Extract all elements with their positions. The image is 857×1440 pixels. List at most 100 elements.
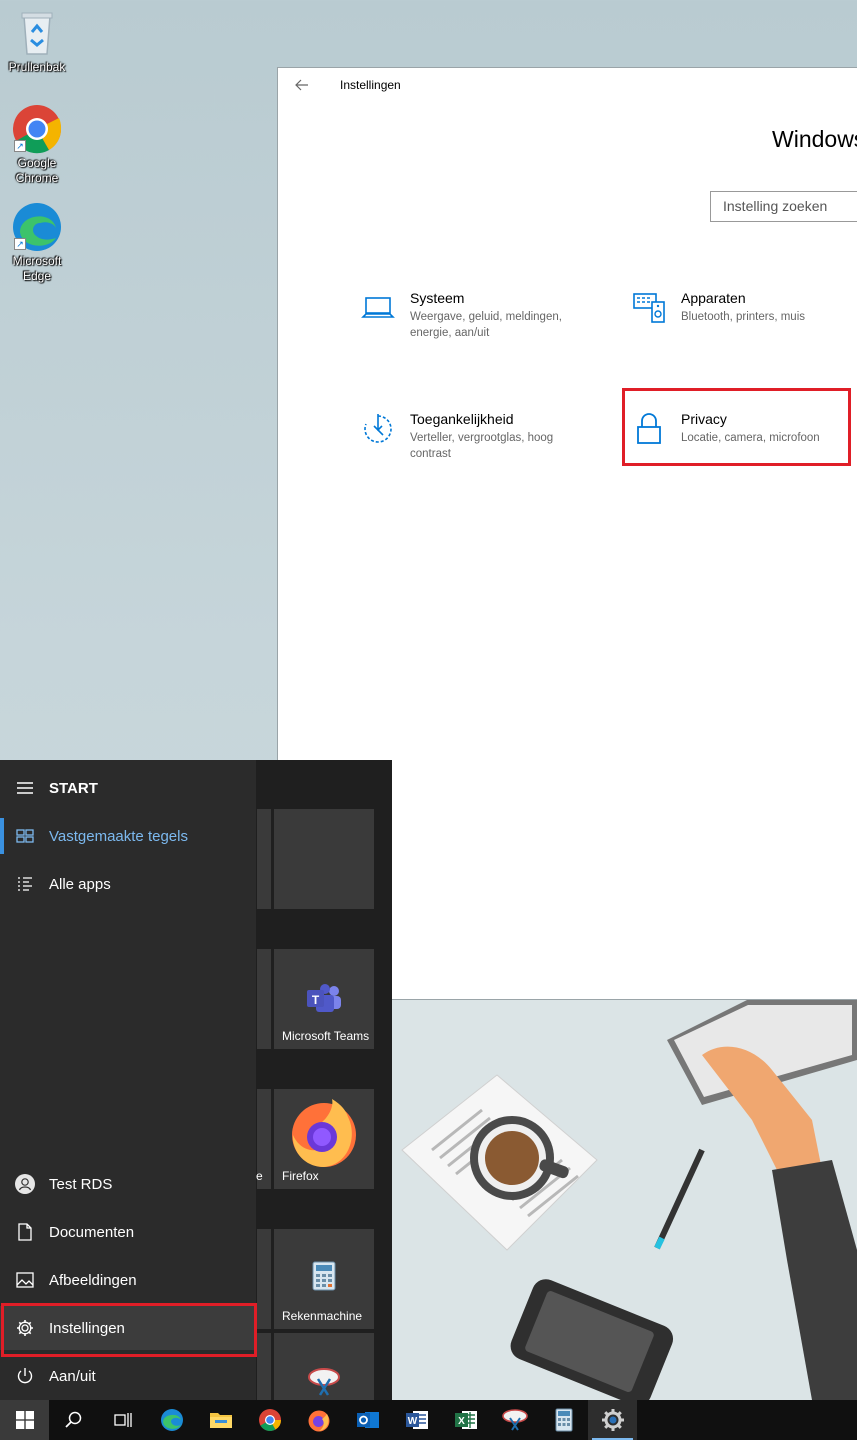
start-menu-item-label: Alle apps [49,875,111,893]
outlook-icon [356,1412,379,1428]
taskbar-snipping-tool-button[interactable] [490,1400,539,1440]
settings-icon [601,1409,624,1431]
taskbar-start-button[interactable] [0,1400,49,1440]
taskbar-file-explorer-button[interactable] [196,1400,245,1440]
recycle-bin-icon [12,8,62,58]
category-description: Weergave, geluid, meldingen, energie, aa… [410,311,562,339]
chrome-icon [258,1409,281,1431]
taskbar-chrome-button[interactable] [245,1400,294,1440]
start-menu-item-pinned-tiles[interactable]: Vastgemaakte tegels [0,814,256,858]
desktop-icon-label: Prullenbak [8,60,66,74]
firefox-icon [308,1410,329,1432]
calculator-icon [312,1261,336,1291]
tile-partial[interactable] [257,809,271,909]
taskbar-firefox-button[interactable] [294,1400,343,1440]
excel-icon: X [454,1411,477,1429]
tile-snipping-tool[interactable] [274,1333,374,1400]
start-menu-item-label: Vastgemaakte tegels [49,827,188,845]
document-icon [15,1222,35,1242]
ease-of-access-icon [358,409,398,449]
start-menu-item-all-apps[interactable]: Alle apps [0,862,256,906]
taskbar-search-button[interactable] [49,1400,98,1440]
tile-partial[interactable] [257,1229,271,1329]
start-menu-item-label: Afbeeldingen [49,1271,137,1289]
tile-calculator[interactable]: Rekenmachine [274,1229,374,1329]
edge-icon: ↗ [12,202,62,252]
settings-category-system[interactable]: Systeem Weergave, geluid, meldingen, ene… [358,288,578,341]
tile-firefox[interactable]: Firefox [274,1089,374,1189]
settings-title-bar: Instellingen [278,68,857,102]
settings-category-ease-of-access[interactable]: Toegankelijkheid Verteller, vergrootglas… [358,409,578,462]
tile-empty[interactable] [274,809,374,909]
start-menu-item-label: Test RDS [49,1175,113,1193]
settings-search-input[interactable]: Instelling zoeken [710,191,857,222]
chrome-icon: ↗ [12,104,62,154]
category-name: Apparaten [681,290,746,306]
devices-icon [629,288,669,328]
category-description: Verteller, vergrootglas, hoog contrast [410,432,554,460]
settings-category-devices[interactable]: Apparaten Bluetooth, printers, muis [629,288,805,328]
svg-text:T: T [312,993,320,1007]
desktop-icon-recycle-bin[interactable]: Prullenbak [4,8,70,75]
page-title: Windows [772,126,857,152]
snipping-tool-icon [308,1368,340,1396]
back-arrow-icon [295,79,308,91]
privacy-highlight [622,388,851,466]
settings-highlight [1,1303,257,1357]
start-icon [15,1411,34,1429]
edge-icon [160,1409,183,1431]
start-menu-item-label: Documenten [49,1223,135,1241]
taskbar-task-view-button[interactable] [98,1400,147,1440]
start-menu: T Microsoft Teams e Firefox Rekenmachine [0,760,392,1400]
tile-partial[interactable]: e [256,1089,271,1189]
start-menu-item-power[interactable]: Aan/uit [0,1354,256,1398]
desktop-icon-chrome[interactable]: ↗ Google Chrome [4,104,70,186]
power-icon [15,1366,35,1386]
firefox-icon [292,1099,356,1167]
taskbar-settings-button[interactable] [588,1400,637,1440]
tile-partial[interactable] [257,1333,271,1400]
tile-microsoft-teams[interactable]: T Microsoft Teams [274,949,374,1049]
tile-partial[interactable] [257,949,271,1049]
list-icon [15,874,35,894]
tile-label: Rekenmachine [282,1309,363,1323]
hamburger-icon [15,778,35,798]
snipping-tool-icon [501,1409,528,1431]
category-name: Toegankelijkheid [410,411,514,427]
laptop-icon [358,288,398,328]
word-icon: W [405,1411,428,1429]
start-menu-expand-button[interactable]: START [0,766,256,810]
taskbar-excel-button[interactable]: X [441,1400,490,1440]
task-view-icon [113,1413,132,1427]
taskbar: W X [0,1400,857,1440]
taskbar-word-button[interactable]: W [392,1400,441,1440]
file-explorer-icon [209,1413,232,1428]
start-menu-item-documents[interactable]: Documenten [0,1210,256,1254]
desktop-icon-edge[interactable]: ↗ Microsoft Edge [4,202,70,284]
taskbar-edge-button[interactable] [147,1400,196,1440]
desktop-icon-label: Google Chrome [15,156,59,185]
taskbar-outlook-button[interactable] [343,1400,392,1440]
start-menu-title: START [49,779,98,797]
tile-label: e [256,1169,263,1183]
teams-icon: T [307,984,341,1012]
category-description: Bluetooth, printers, muis [681,311,806,323]
svg-text:X: X [458,1416,465,1427]
calculator-icon [555,1408,572,1432]
taskbar-calculator-button[interactable] [539,1400,588,1440]
start-menu-item-pictures[interactable]: Afbeeldingen [0,1258,256,1302]
category-name: Systeem [410,290,465,306]
pictures-icon [15,1270,35,1290]
search-icon [64,1411,81,1428]
tile-label: Firefox [282,1169,319,1183]
search-placeholder: Instelling zoeken [723,198,828,214]
svg-text:W: W [407,1416,417,1427]
user-avatar-icon [15,1174,35,1194]
desktop-wallpaper [392,1000,857,1400]
start-menu-item-user[interactable]: Test RDS [0,1162,256,1206]
back-button[interactable] [278,68,326,102]
start-menu-item-label: Aan/uit [49,1367,96,1385]
tiles-icon [15,826,35,846]
tile-label: Microsoft Teams [282,1029,370,1043]
settings-window-title: Instellingen [340,78,401,92]
